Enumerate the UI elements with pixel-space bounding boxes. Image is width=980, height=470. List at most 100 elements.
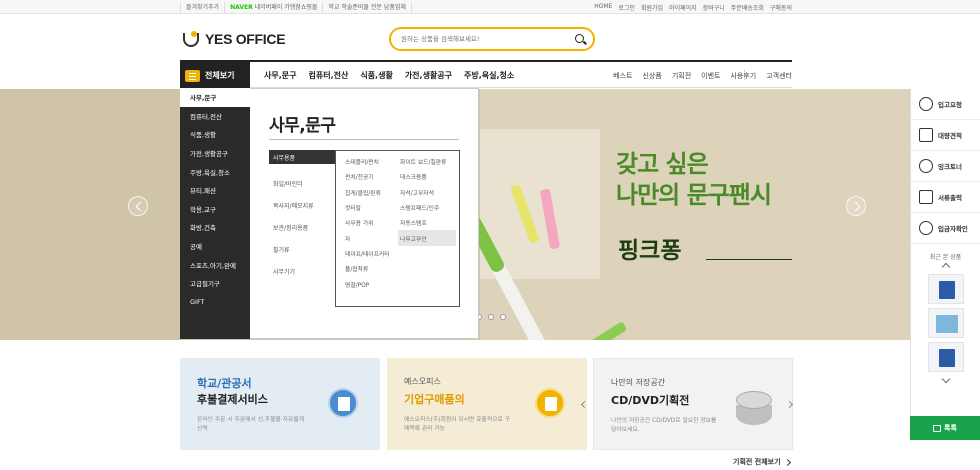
recent-product-thumb[interactable] bbox=[927, 342, 964, 372]
quick-item-label: 입고요청 bbox=[938, 101, 962, 109]
signup-link[interactable]: 회원가입 bbox=[641, 3, 663, 12]
nav-category-computer[interactable]: 컴퓨터,전산 bbox=[308, 70, 348, 81]
detail-item[interactable]: 데스크용품 bbox=[398, 169, 456, 184]
search-icon[interactable] bbox=[575, 34, 584, 43]
subcategory-item[interactable]: 보관/정리용품 bbox=[269, 216, 335, 238]
more-link-label: 기획전 전체보기 bbox=[733, 458, 781, 466]
quick-stock-request[interactable]: 입고요청 bbox=[911, 89, 980, 120]
quick-bulk-quote[interactable]: 대량견적 bbox=[911, 120, 980, 151]
carousel-prev-button[interactable] bbox=[128, 196, 148, 216]
category-item[interactable]: 뷰티,패션 bbox=[180, 181, 250, 200]
bookmark-link[interactable]: 즐겨찾기추가 bbox=[180, 2, 226, 13]
detail-item[interactable]: 풀/접착류 bbox=[343, 261, 398, 276]
purchase-agreement-link[interactable]: 구매동의 bbox=[770, 3, 792, 12]
category-item[interactable]: 공예 bbox=[180, 237, 250, 256]
category-item[interactable]: 고급필기구 bbox=[180, 274, 250, 293]
detail-item[interactable]: 자동스탬프 bbox=[398, 215, 456, 230]
category-item[interactable]: 주방,욕실,청소 bbox=[180, 162, 250, 181]
chat-bubble-icon bbox=[933, 424, 942, 432]
promo-banner-cd-dvd[interactable]: 나만의 저장공간 CD/DVD기획전 나만의 저장공간 CD/DVD로 필요한 … bbox=[580, 358, 794, 450]
hero-brand: 핑크퐁 bbox=[618, 238, 682, 264]
banner-line1: 나만의 저장공간 bbox=[611, 378, 666, 387]
detail-item[interactable]: 자석/고무자석 bbox=[398, 185, 456, 200]
nav-event[interactable]: 이벤트 bbox=[701, 71, 720, 81]
detail-item[interactable]: 사무용 가위 bbox=[343, 215, 398, 230]
utility-right: HOME 로그인 회원가입 마이페이지 장바구니 주문배송조회 구매동의 bbox=[594, 3, 792, 12]
mypage-link[interactable]: 마이페이지 bbox=[669, 3, 697, 12]
chevron-down-icon[interactable] bbox=[941, 374, 950, 384]
detail-item[interactable]: 테이프/테이프커터 bbox=[343, 246, 398, 261]
chevron-up-icon[interactable] bbox=[941, 262, 950, 272]
carousel-dot[interactable] bbox=[488, 314, 494, 320]
nav-new[interactable]: 신상품 bbox=[642, 71, 661, 81]
order-tracking-link[interactable]: 주문배송조회 bbox=[731, 3, 764, 12]
category-panel-title: 사무,문구 bbox=[269, 116, 336, 136]
recent-product-thumb[interactable] bbox=[927, 274, 964, 304]
detail-item[interactable]: 명찰/POP bbox=[343, 276, 398, 291]
promo-banner-deferred-payment[interactable]: 학교/관공서 후불결제서비스 온라인 주문 시 주문에서 선,후불을 자유롭게 … bbox=[180, 358, 380, 450]
category-item[interactable]: GIFT bbox=[180, 293, 250, 312]
category-item[interactable]: 학용,교구 bbox=[180, 200, 250, 219]
hero-slogan-line2: 나만의 문구팬시 bbox=[616, 181, 772, 209]
hero-slogan-line1: 갖고 싶은 bbox=[616, 150, 709, 178]
subcategory-item[interactable]: 사무용품 bbox=[269, 150, 335, 164]
detail-item[interactable]: 스탬프패드/인주 bbox=[398, 200, 456, 215]
detail-item[interactable]: 컷터칼 bbox=[343, 200, 398, 215]
subcategory-item[interactable]: 복사지/메모지류 bbox=[269, 194, 335, 216]
category-item[interactable]: 식품,생활 bbox=[180, 125, 250, 144]
stock-request-icon bbox=[919, 97, 933, 111]
nav-best[interactable]: 베스트 bbox=[613, 71, 632, 81]
banner-desc: 온라인 주문 시 주문에서 선,후불을 자유롭게 선택 bbox=[197, 417, 305, 432]
category-item[interactable]: 컴퓨터,전산 bbox=[180, 107, 250, 126]
category-sidebar: 사무,문구 컴퓨터,전산 식품,생활 가전,생활공구 주방,욕실,청소 뷰티,패… bbox=[180, 88, 250, 339]
detail-item[interactable]: 자 bbox=[343, 230, 398, 245]
nav-category-food[interactable]: 식품,생활 bbox=[360, 70, 392, 81]
chevron-right-icon[interactable] bbox=[785, 400, 794, 409]
nav-customer-center[interactable]: 고객센터 bbox=[766, 71, 792, 81]
nav-category-office[interactable]: 사무,문구 bbox=[264, 70, 296, 81]
detail-item[interactable]: 집게/클립/핀류 bbox=[343, 185, 398, 200]
detail-item[interactable]: 펀치/천공기 bbox=[343, 169, 398, 184]
quick-ink-toner[interactable]: 잉크토너 bbox=[911, 151, 980, 182]
recent-product-thumb[interactable] bbox=[927, 308, 964, 338]
nav-exhibition[interactable]: 기획전 bbox=[672, 71, 691, 81]
banner-desc: 예스오피스(주)회원이 되시면 효율적으로 구매목록 관리 가능 bbox=[404, 417, 511, 432]
detail-item-highlighted[interactable]: 나무고무인 bbox=[398, 230, 456, 246]
naver-pay-label: 네이버페이 가맹점쇼핑몰 bbox=[254, 4, 318, 11]
banner-line1: 학교/관공서 bbox=[197, 377, 252, 390]
category-item[interactable]: 가전,생활공구 bbox=[180, 144, 250, 163]
carousel-next-button[interactable] bbox=[846, 196, 866, 216]
subcategory-item[interactable]: 화일/바인더 bbox=[269, 172, 335, 194]
talk-button[interactable]: 톡톡 bbox=[910, 416, 980, 440]
quick-document-print[interactable]: 서류출력 bbox=[911, 182, 980, 213]
banner-line2: CD/DVD기획전 bbox=[611, 394, 690, 407]
search-input[interactable] bbox=[401, 32, 561, 46]
home-link[interactable]: HOME bbox=[594, 3, 612, 12]
quick-deposit-check[interactable]: 입금자확인 bbox=[911, 213, 980, 244]
carousel-dot[interactable] bbox=[500, 314, 506, 320]
hero-slogan: 갖고 싶은 나만의 문구팬시 bbox=[616, 149, 772, 211]
subcategory-item[interactable]: 사무기기 bbox=[269, 260, 335, 282]
subcategory-item[interactable]: 필기류 bbox=[269, 238, 335, 260]
category-item[interactable]: 사무,문구 bbox=[180, 88, 250, 107]
school-supply-link[interactable]: 학교 학술준비물 전문 납품업체 bbox=[322, 2, 412, 13]
promo-banner-corporate[interactable]: 예스오피스 기업구매품의 예스오피스(주)회원이 되시면 효율적으로 구매목록 … bbox=[387, 358, 587, 450]
login-link[interactable]: 로그인 bbox=[618, 3, 635, 12]
printer-icon bbox=[919, 190, 933, 204]
talk-label: 톡톡 bbox=[944, 424, 957, 432]
detail-item[interactable]: 스테플러/펀치 bbox=[343, 154, 398, 169]
naver-pay-link[interactable]: NAVER 네이버페이 가맹점쇼핑몰 bbox=[224, 2, 324, 13]
nav-extras: 베스트 신상품 기획전 이벤트 사용후기 고객센터 bbox=[613, 71, 792, 81]
category-item[interactable]: 스포츠,아기,완예 bbox=[180, 255, 250, 274]
exhibition-more-link[interactable]: 기획전 전체보기 bbox=[733, 457, 791, 467]
nav-category-kitchen[interactable]: 주방,욕실,청소 bbox=[464, 70, 514, 81]
nav-reviews[interactable]: 사용후기 bbox=[730, 71, 756, 81]
nav-category-appliance[interactable]: 가전,생활공구 bbox=[405, 70, 452, 81]
detail-item[interactable]: 화이트 보드/칠판류 bbox=[398, 154, 456, 169]
page: 즐겨찾기추가 NAVER 네이버페이 가맹점쇼핑몰 학교 학술준비물 전문 납품업… bbox=[0, 0, 980, 470]
all-menu-label: 전체보기 bbox=[205, 71, 235, 80]
cart-link[interactable]: 장바구니 bbox=[703, 3, 725, 12]
category-item[interactable]: 화방,건축 bbox=[180, 218, 250, 237]
site-logo[interactable]: YES OFFICE bbox=[181, 30, 286, 48]
all-menu-button[interactable]: 전체보기 bbox=[180, 62, 250, 89]
